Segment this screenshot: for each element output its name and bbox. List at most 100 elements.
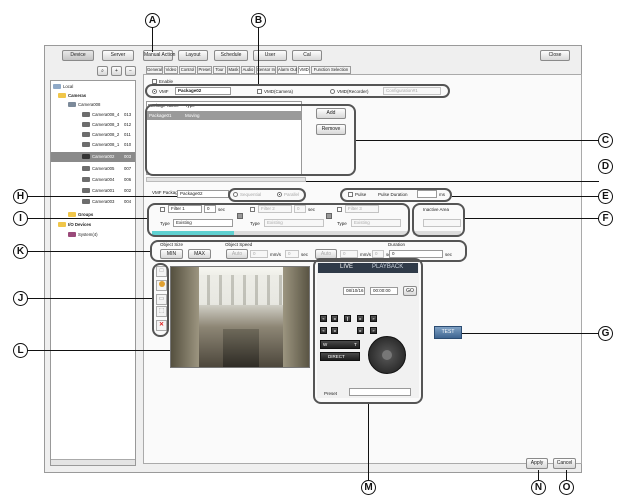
callout-a: A [145,13,160,28]
tab-alarm-out[interactable]: Alarm Out [277,66,297,74]
camera-icon [82,177,90,182]
callout-l: L [13,343,28,358]
tree-groups[interactable]: Groups [68,212,93,217]
device-icon [68,232,76,237]
leader-b [258,27,259,84]
callout-g: G [598,326,613,341]
tree-item[interactable]: Camera008_1 010 [82,142,131,147]
camera-icon [82,112,90,117]
leader-c [356,140,599,141]
callout-e: E [598,189,613,204]
leader-n [538,470,539,480]
apply-button[interactable]: Apply [526,458,548,469]
tree-item[interactable]: Camera005 007 [82,166,131,171]
callout-c: C [598,133,613,148]
leader-l [27,350,170,351]
leader-f [465,218,599,219]
folder-icon [68,212,76,217]
camera-icon [82,188,90,193]
group-b-outline [145,84,450,98]
camera-icon [82,142,90,147]
tree-item[interactable]: Camera004 006 [82,177,131,182]
callout-n: N [531,480,546,495]
test-button[interactable]: TEST [434,326,462,339]
leader-k [27,251,150,252]
add-icon[interactable]: + [111,66,122,76]
tree-item[interactable]: Camera008_2 011 [82,132,131,137]
computer-icon [53,84,61,89]
tab-audio[interactable]: Audio [241,66,255,74]
camera-icon [82,199,90,204]
tab-control[interactable]: Control [179,66,196,74]
cal-tab[interactable]: Cal [292,50,322,61]
tree-root[interactable]: Local [53,84,73,89]
ceiling-pattern [183,275,299,305]
tree-item[interactable]: Camera008_4 013 [82,112,131,117]
tab-vmd[interactable]: VMD [298,66,310,74]
tree-item[interactable]: Camera001 002 [82,188,131,193]
leader-d [306,181,599,182]
layout-tab[interactable]: Layout [178,50,208,61]
remove-icon[interactable]: − [125,66,136,76]
table-scrollbar[interactable] [146,177,306,182]
group-j-outline [152,263,169,337]
callout-o: O [559,480,574,495]
escalator [223,329,259,367]
callout-i: I [13,211,28,226]
tree-system[interactable]: System(4) [68,232,98,237]
group-e-outline [340,188,452,202]
leader-a [152,27,153,52]
folder-icon [58,222,66,227]
schedule-tab[interactable]: Schedule [214,50,248,61]
camera-icon [82,132,90,137]
group-f-outline [412,203,465,237]
leader-i [27,218,147,219]
wall-left [171,267,199,367]
view-icon[interactable]: ⌕ [97,66,108,76]
camera-icon [82,122,90,127]
tab-sensor-in[interactable]: Sensor In [256,66,276,74]
leader-o [566,470,567,480]
tab-general[interactable]: General [146,66,163,74]
tab-preset[interactable]: Preset [197,66,212,74]
callout-f: F [598,211,613,226]
tree-item[interactable]: Camera008_3 012 [82,122,131,127]
server-button[interactable]: Server [102,50,134,61]
cancel-button[interactable]: Cancel [553,458,576,469]
tree-scrollbar[interactable] [51,459,135,465]
tab-tour[interactable]: Tour [213,66,226,74]
group-m-outline [313,258,423,404]
tree-item[interactable]: Camera008 [68,102,100,107]
callout-b: B [251,13,266,28]
wall-right [283,267,309,367]
close-button[interactable]: Close [540,50,570,61]
group-d-outline [228,188,306,202]
callout-d: D [598,159,613,174]
camera-preview[interactable] [170,266,310,368]
callout-j: J [13,291,28,306]
leader-m [368,404,369,480]
group-i-outline [147,203,410,237]
device-button[interactable]: Device [62,50,94,61]
tree-cameras-group[interactable]: Cameras [58,93,86,98]
callout-m: M [361,480,376,495]
tree-io-devices[interactable]: I/O Devices [58,222,91,227]
vmf-package-input[interactable]: Package02 [177,190,229,198]
device-tree [50,80,136,466]
tab-mask[interactable]: Mask [227,66,240,74]
leader-h [27,196,177,197]
group-c-outline [145,104,356,176]
camera-icon [82,154,90,159]
leader-j [27,298,152,299]
camera-icon [82,166,90,171]
tree-item[interactable]: Camera002 003 [82,154,131,159]
leader-e [452,196,599,197]
tab-function-selection[interactable]: Function Selection [311,66,351,74]
tree-item[interactable]: Camera003 004 [82,199,131,204]
leader-g [462,333,599,334]
manual-action-tab[interactable]: Manual Action [143,50,175,61]
folder-icon [58,93,66,98]
callout-k: K [13,244,28,259]
tab-video[interactable]: Video [164,66,178,74]
camera-icon [68,102,76,107]
